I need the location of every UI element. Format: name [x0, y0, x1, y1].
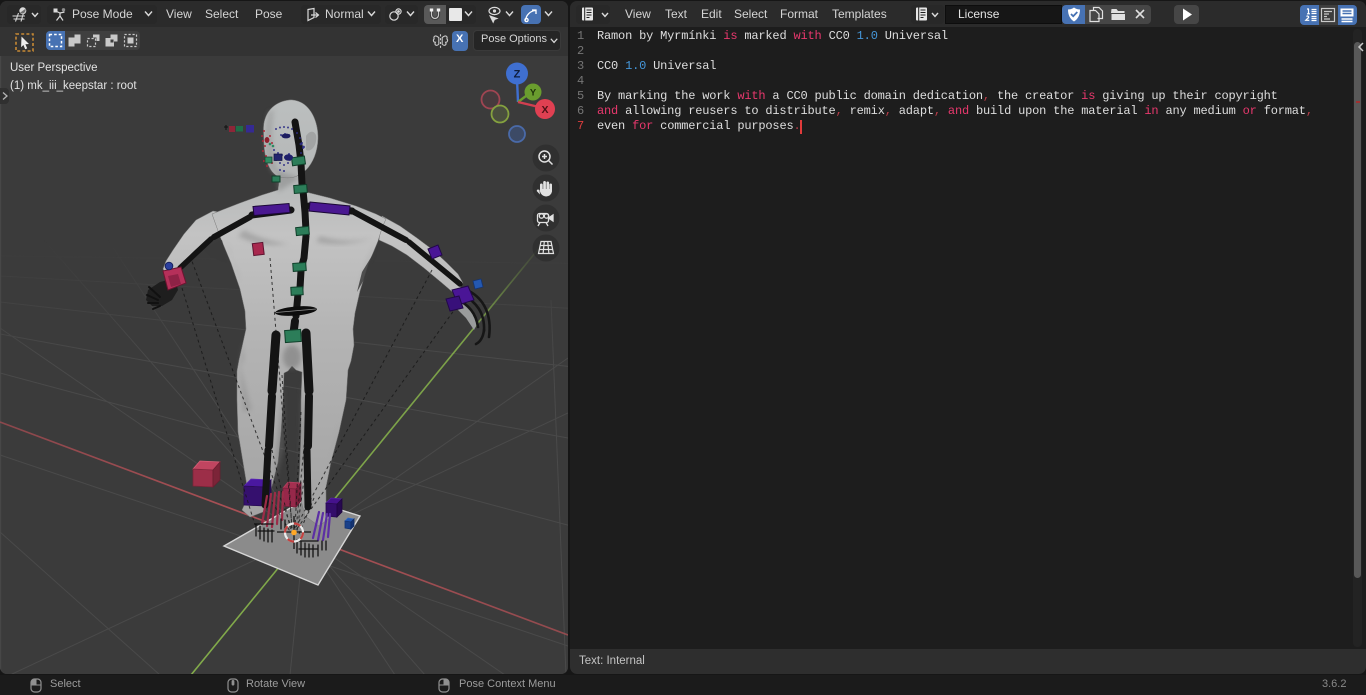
svg-text:Z: Z	[514, 69, 521, 81]
svg-text:X: X	[541, 104, 548, 116]
svg-text:Y: Y	[530, 88, 537, 99]
